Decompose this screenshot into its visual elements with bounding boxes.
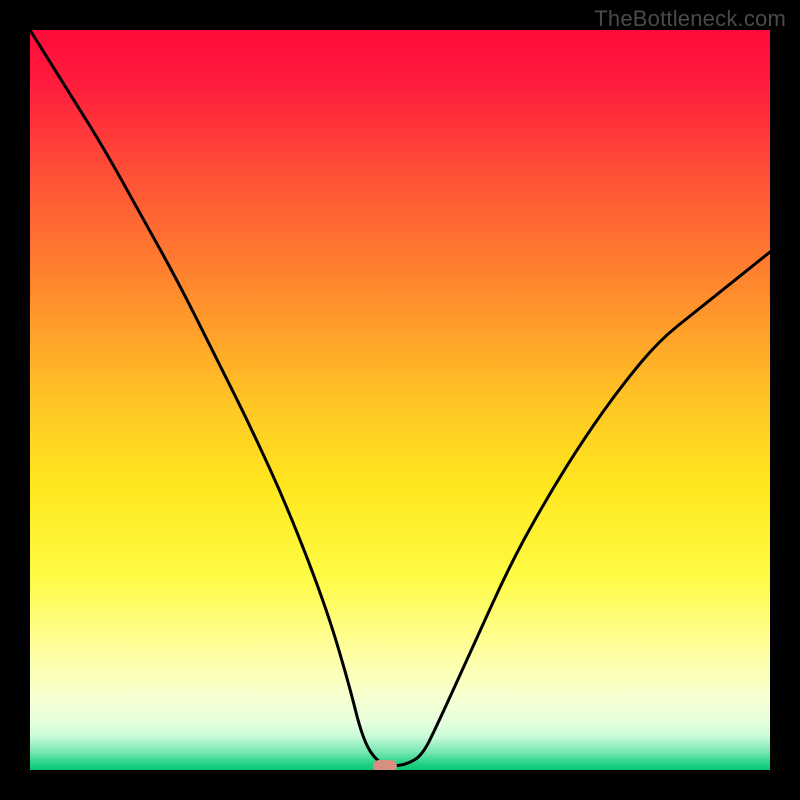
gradient-background [30, 30, 770, 770]
chart-svg [30, 30, 770, 770]
watermark-text: TheBottleneck.com [594, 6, 786, 32]
chart-frame: TheBottleneck.com [0, 0, 800, 800]
optimum-marker [373, 760, 397, 770]
plot-area [30, 30, 770, 770]
